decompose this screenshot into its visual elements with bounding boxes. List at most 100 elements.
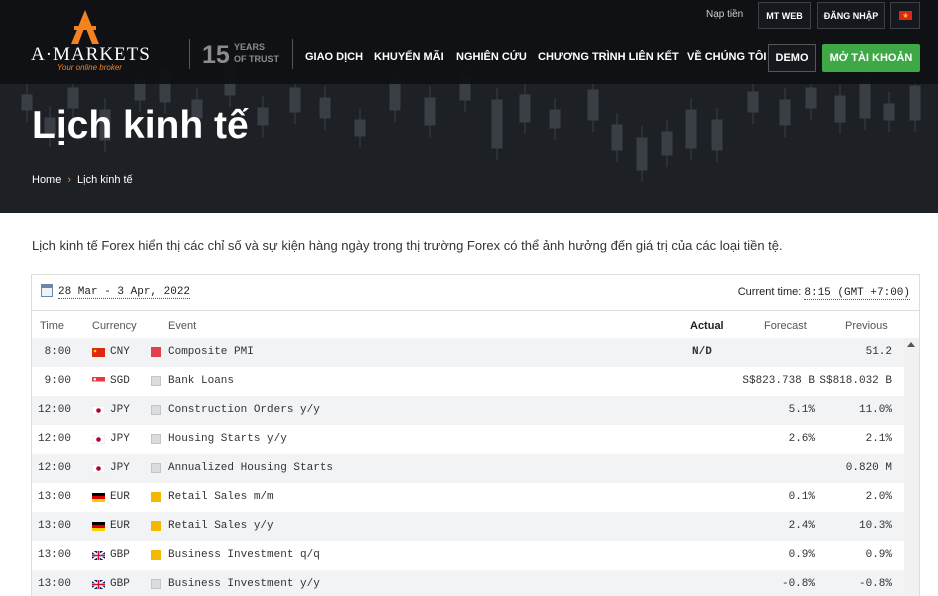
trust-number: 15 (202, 41, 230, 69)
row-forecast: 0.1% (788, 491, 815, 503)
current-time: Current time: 8:15 (GMT +7:00) (737, 286, 910, 300)
row-previous: 0.9% (865, 549, 892, 561)
timezone-selector[interactable]: 8:15 (GMT +7:00) (804, 287, 910, 300)
mt-web-button[interactable]: MT WEB (758, 2, 811, 29)
breadcrumb-separator-icon: › (67, 174, 72, 186)
row-time: 12:00 (37, 404, 71, 416)
calendar-row[interactable]: 13:00 GBP Business Investment q/q 0.9% 0.9% (32, 541, 904, 570)
row-time: 13:00 (37, 520, 71, 532)
sg-flag-icon (92, 377, 105, 386)
col-currency: Currency (92, 320, 137, 332)
breadcrumb-home[interactable]: Home (32, 174, 61, 186)
importance-icon (151, 434, 161, 444)
login-button[interactable]: ĐĂNG NHẬP (817, 2, 885, 29)
importance-icon (151, 347, 161, 357)
row-previous: 10.3% (858, 520, 892, 532)
row-currency: GBP (110, 549, 130, 561)
row-event[interactable]: Retail Sales y/y (168, 520, 274, 532)
calendar-row[interactable]: 12:00 JPY Housing Starts y/y 2.6% 2.1% (32, 425, 904, 454)
importance-icon (151, 492, 161, 502)
row-event[interactable]: Business Investment y/y (168, 578, 320, 590)
row-event[interactable]: Business Investment q/q (168, 549, 320, 561)
importance-icon (151, 405, 161, 415)
col-time: Time (40, 320, 65, 332)
row-previous: -0.8% (858, 578, 892, 590)
calendar-icon[interactable] (41, 284, 53, 297)
row-previous: S$818.032 B (819, 375, 892, 387)
nav-chuong-trinh-lien-ket[interactable]: CHƯƠNG TRÌNH LIÊN KẾT (538, 51, 679, 63)
logo-tagline: Your online broker (57, 63, 122, 72)
row-forecast: 2.4% (788, 520, 815, 532)
breadcrumb: Home › Lịch kinh tế (32, 174, 133, 186)
nav-khuyen-mai[interactable]: KHUYẾN MÃI (374, 51, 444, 63)
row-previous: 0.820 M (845, 462, 892, 474)
vn-flag-icon (898, 11, 912, 20)
language-selector[interactable] (890, 2, 920, 29)
calendar-row[interactable]: 12:00 JPY Construction Orders y/y 5.1% 11.0% (32, 396, 904, 425)
row-currency: SGD (110, 375, 130, 387)
col-forecast: Forecast (764, 320, 807, 332)
logo-a-icon (71, 10, 99, 44)
amarkets-logo[interactable]: A·MARKETS Your online broker (31, 6, 150, 72)
row-previous: 2.0% (865, 491, 892, 503)
row-time: 13:00 (37, 578, 71, 590)
nav-ve-chung-toi[interactable]: VỀ CHÚNG TÔI (687, 51, 766, 63)
calendar-row[interactable]: 13:00 EUR Retail Sales y/y 2.4% 10.3% (32, 512, 904, 541)
row-forecast: 5.1% (788, 404, 815, 416)
row-time: 13:00 (37, 491, 71, 503)
row-previous: 11.0% (858, 404, 892, 416)
row-time: 12:00 (37, 462, 71, 474)
col-event: Event (168, 320, 197, 332)
deposit-link[interactable]: Nạp tiền (706, 9, 743, 39)
top-navigation-bar: A·MARKETS Your online broker 15 YEARS OF… (0, 0, 938, 84)
importance-icon (151, 521, 161, 531)
cn-flag-icon (92, 348, 105, 357)
importance-icon (151, 463, 161, 473)
row-currency: CNY (110, 346, 130, 358)
row-currency: JPY (110, 404, 130, 416)
calendar-header: 28 Mar - 3 Apr, 2022 Current time: 8:15 … (32, 275, 919, 311)
years-of-trust-badge: 15 YEARS OF TRUST (189, 39, 293, 69)
calendar-row[interactable]: 8:00 CNY Composite PMI N/D 51.2 (32, 338, 904, 367)
row-forecast: S$823.738 B (742, 375, 815, 387)
row-time: 12:00 (37, 433, 71, 445)
economic-calendar-widget: 28 Mar - 3 Apr, 2022 Current time: 8:15 … (31, 274, 920, 596)
row-forecast: -0.8% (781, 578, 815, 590)
nav-nghien-cuu[interactable]: NGHIÊN CỨU (456, 51, 527, 63)
row-event[interactable]: Housing Starts y/y (168, 433, 287, 445)
importance-icon (151, 376, 161, 386)
calendar-row[interactable]: 13:00 GBP Business Investment y/y -0.8% -0.8… (32, 570, 904, 596)
jp-flag-icon (91, 463, 106, 474)
row-event[interactable]: Construction Orders y/y (168, 404, 320, 416)
table-scrollbar[interactable] (904, 338, 919, 596)
row-event[interactable]: Bank Loans (168, 375, 234, 387)
importance-icon (151, 579, 161, 589)
demo-button[interactable]: DEMO (768, 44, 816, 72)
gb-flag-icon (91, 550, 106, 561)
scroll-up-arrow-icon[interactable] (907, 342, 915, 347)
row-event[interactable]: Retail Sales m/m (168, 491, 274, 503)
row-currency: EUR (110, 520, 130, 532)
row-previous: 51.2 (865, 346, 892, 358)
intro-text: Lịch kinh tế Forex hiển thị các chỉ số v… (32, 238, 783, 253)
row-currency: GBP (110, 578, 130, 590)
row-currency: JPY (110, 462, 130, 474)
row-previous: 2.1% (865, 433, 892, 445)
hero-banner: A·MARKETS Your online broker 15 YEARS OF… (0, 0, 938, 213)
date-range-picker[interactable]: 28 Mar - 3 Apr, 2022 (58, 286, 191, 299)
nav-giao-dich[interactable]: GIAO DỊCH (305, 51, 363, 63)
open-account-button[interactable]: MỞ TÀI KHOẢN (822, 44, 920, 72)
de-flag-icon (92, 522, 105, 531)
jp-flag-icon (91, 405, 106, 416)
row-currency: EUR (110, 491, 130, 503)
row-event[interactable]: Composite PMI (168, 346, 254, 358)
jp-flag-icon (91, 434, 106, 445)
current-time-label: Current time: (737, 286, 802, 298)
gb-flag-icon (91, 579, 106, 590)
calendar-row[interactable]: 12:00 JPY Annualized Housing Starts 0.820 M (32, 454, 904, 483)
row-event[interactable]: Annualized Housing Starts (168, 462, 333, 474)
calendar-row[interactable]: 13:00 EUR Retail Sales m/m 0.1% 2.0% (32, 483, 904, 512)
row-forecast: 0.9% (788, 549, 815, 561)
calendar-row[interactable]: 9:00 SGD Bank Loans S$823.738 B S$818.032 B (32, 367, 904, 396)
row-time: 13:00 (37, 549, 71, 561)
